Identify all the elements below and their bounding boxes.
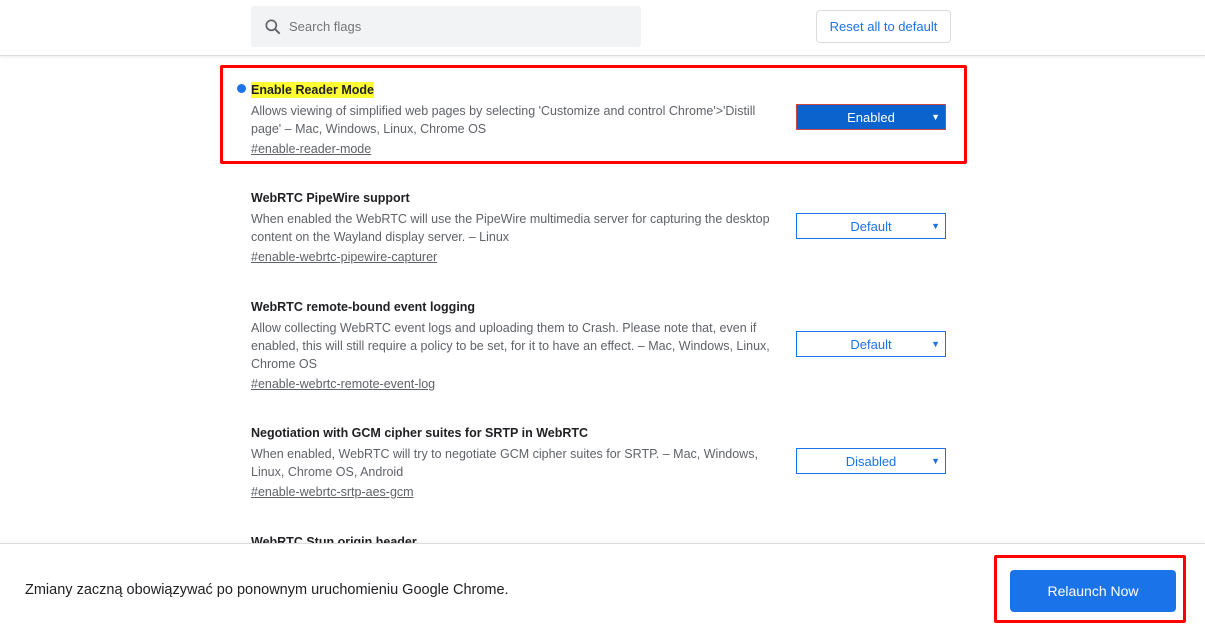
flag-link[interactable]: #enable-reader-mode <box>251 140 951 158</box>
flag-title: WebRTC PipeWire support <box>251 191 410 205</box>
header: Search flags Reset all to default <box>0 0 1205 56</box>
flag-link[interactable]: #enable-webrtc-srtp-aes-gcm <box>251 483 951 501</box>
flag-description: Allow collecting WebRTC event logs and u… <box>251 321 770 371</box>
reset-all-button[interactable]: Reset all to default <box>816 10 951 43</box>
select-value: Default <box>850 218 892 234</box>
flag-select[interactable]: Enabled ▼ <box>796 104 946 130</box>
relaunch-message: Zmiany zaczną obowiązywać po ponownym ur… <box>25 582 509 598</box>
dropdown-arrow-icon: ▼ <box>931 339 940 349</box>
flag-description: When enabled the WebRTC will use the Pip… <box>251 212 770 244</box>
flag-title: Enable Reader Mode <box>251 82 374 98</box>
flag-title: Negotiation with GCM cipher suites for S… <box>251 426 589 440</box>
flag-description: Allows viewing of simplified web pages b… <box>251 104 756 136</box>
modified-indicator-dot <box>237 84 246 93</box>
dropdown-arrow-icon: ▼ <box>931 456 940 466</box>
flag-select[interactable]: Default ▼ <box>796 331 946 357</box>
flag-link[interactable]: #enable-webrtc-remote-event-log <box>251 375 951 393</box>
flag-link[interactable]: #enable-webrtc-pipewire-capturer <box>251 248 951 266</box>
dropdown-arrow-icon: ▼ <box>931 221 940 231</box>
search-input[interactable]: Search flags <box>251 6 641 47</box>
flag-description: When enabled, WebRTC will try to negotia… <box>251 447 758 479</box>
annotation-box-relaunch <box>994 555 1186 623</box>
flag-select[interactable]: Default ▼ <box>796 213 946 239</box>
select-value: Default <box>850 336 892 352</box>
search-icon <box>265 19 281 34</box>
select-value: Disabled <box>845 453 897 469</box>
relaunch-footer: Zmiany zaczną obowiązywać po ponownym ur… <box>0 543 1205 632</box>
dropdown-arrow-icon: ▼ <box>931 112 940 122</box>
search-placeholder: Search flags <box>289 19 362 34</box>
flag-select[interactable]: Disabled ▼ <box>796 448 946 474</box>
flag-title: WebRTC remote-bound event logging <box>251 300 476 314</box>
select-value: Enabled <box>847 109 895 125</box>
